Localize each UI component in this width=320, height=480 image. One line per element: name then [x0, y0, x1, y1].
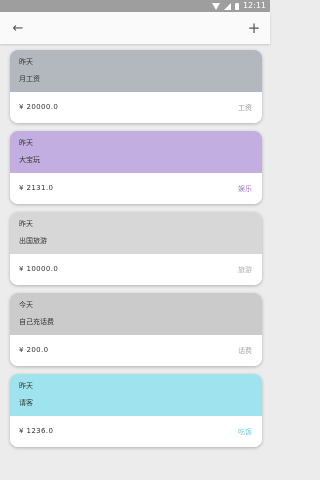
- record-name: 请客: [19, 399, 33, 407]
- add-icon[interactable]: +: [244, 18, 264, 38]
- record-name: 月工资: [19, 75, 40, 83]
- record-name: 出国旅游: [19, 237, 47, 245]
- record-list: 昨天 月工资 ¥ 20000.0 工资 昨天 大宝玩 ¥ 2131.0 娱乐 昨…: [10, 50, 262, 455]
- record-card[interactable]: 昨天 大宝玩 ¥ 2131.0 娱乐: [10, 131, 262, 204]
- card-footer: ¥ 20000.0 工资: [10, 92, 262, 123]
- record-tag: 娱乐: [238, 185, 252, 193]
- app-bar: ← +: [0, 12, 270, 44]
- record-amount: ¥ 10000.0: [19, 265, 59, 273]
- card-header: 昨天 出国旅游: [10, 212, 262, 254]
- record-name: 大宝玩: [19, 156, 40, 164]
- card-header: 今天 自己充话费: [10, 293, 262, 335]
- record-amount: ¥ 200.0: [19, 346, 49, 354]
- battery-icon: [234, 2, 239, 10]
- record-tag: 工资: [238, 104, 252, 112]
- record-card[interactable]: 昨天 月工资 ¥ 20000.0 工资: [10, 50, 262, 123]
- record-date: 昨天: [19, 220, 33, 228]
- card-footer: ¥ 200.0 话费: [10, 335, 262, 366]
- record-tag: 话费: [238, 347, 252, 355]
- record-tag: 旅游: [238, 266, 252, 274]
- record-date: 昨天: [19, 58, 33, 66]
- status-bar: 12:11: [0, 0, 270, 12]
- card-footer: ¥ 10000.0 旅游: [10, 254, 262, 285]
- record-card[interactable]: 昨天 出国旅游 ¥ 10000.0 旅游: [10, 212, 262, 285]
- card-header: 昨天 请客: [10, 374, 262, 416]
- card-footer: ¥ 2131.0 娱乐: [10, 173, 262, 204]
- record-name: 自己充话费: [19, 318, 54, 326]
- wifi-icon: [211, 2, 220, 10]
- record-card[interactable]: 今天 自己充话费 ¥ 200.0 话费: [10, 293, 262, 366]
- record-date: 今天: [19, 301, 33, 309]
- record-amount: ¥ 20000.0: [19, 103, 59, 111]
- card-footer: ¥ 1236.0 吃饭: [10, 416, 262, 447]
- signal-icon: [223, 2, 231, 10]
- card-header: 昨天 月工资: [10, 50, 262, 92]
- status-time: 12:11: [242, 1, 266, 10]
- record-amount: ¥ 1236.0: [19, 427, 54, 435]
- record-amount: ¥ 2131.0: [19, 184, 54, 192]
- record-tag: 吃饭: [238, 428, 252, 436]
- record-date: 昨天: [19, 139, 33, 147]
- record-date: 昨天: [19, 382, 33, 390]
- record-card[interactable]: 昨天 请客 ¥ 1236.0 吃饭: [10, 374, 262, 447]
- back-arrow-icon[interactable]: ←: [8, 18, 28, 38]
- card-header: 昨天 大宝玩: [10, 131, 262, 173]
